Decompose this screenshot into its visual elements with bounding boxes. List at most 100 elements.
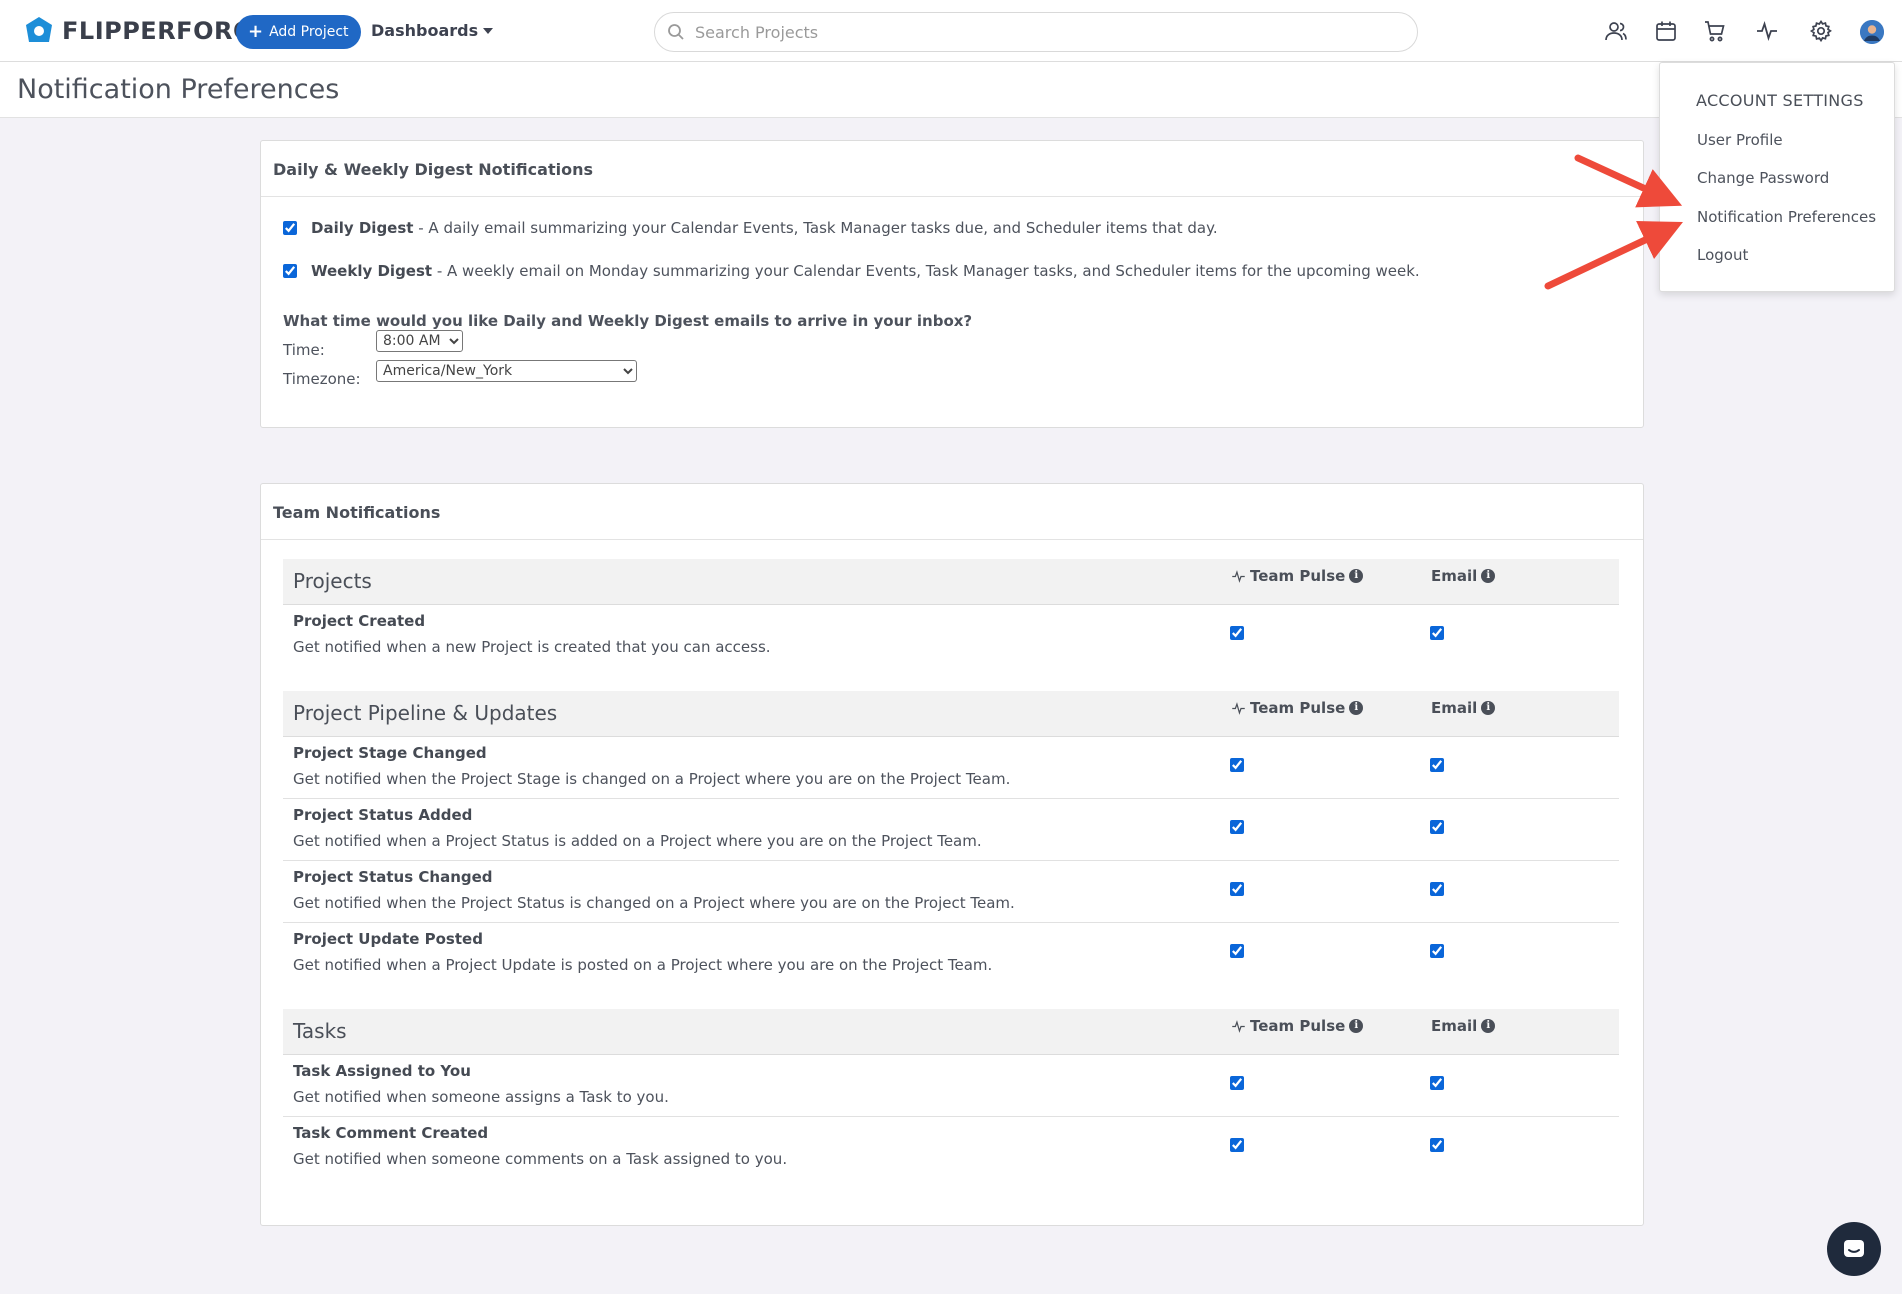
section-title: Projects bbox=[293, 569, 372, 593]
timezone-select[interactable]: America/New_York bbox=[376, 360, 637, 382]
menu-item-change-password[interactable]: Change Password bbox=[1697, 169, 1829, 187]
notification-title: Project Stage Changed bbox=[293, 744, 487, 762]
chat-launcher-button[interactable] bbox=[1827, 1222, 1881, 1276]
menu-item-logout[interactable]: Logout bbox=[1697, 246, 1748, 264]
notification-description: Get notified when a Project Update is po… bbox=[293, 956, 993, 974]
notification-row: Project Stage Changed Get notified when … bbox=[283, 737, 1619, 799]
team-pulse-checkbox[interactable] bbox=[1230, 820, 1244, 834]
weekly-digest-label: Weekly Digest bbox=[311, 262, 433, 280]
notification-title: Task Comment Created bbox=[293, 1124, 489, 1142]
dashboards-label: Dashboards bbox=[371, 21, 479, 40]
team-card-heading: Team Notifications bbox=[261, 484, 1643, 540]
notification-title: Project Status Changed bbox=[293, 868, 493, 886]
cart-icon[interactable] bbox=[1703, 19, 1727, 43]
time-label: Time: bbox=[283, 341, 325, 359]
info-icon[interactable]: i bbox=[1481, 701, 1496, 715]
section-title: Tasks bbox=[293, 1019, 347, 1043]
add-project-button[interactable]: + Add Project bbox=[236, 15, 361, 49]
team-pulse-column-header: Team Pulse i bbox=[1231, 699, 1364, 717]
notification-description: Get notified when the Project Status is … bbox=[293, 894, 1015, 912]
info-icon[interactable]: i bbox=[1349, 1019, 1364, 1033]
pulse-icon bbox=[1232, 701, 1245, 715]
email-checkbox[interactable] bbox=[1430, 1076, 1444, 1090]
notification-description: Get notified when someone assigns a Task… bbox=[293, 1088, 669, 1106]
email-checkbox[interactable] bbox=[1430, 882, 1444, 896]
logo-icon bbox=[26, 17, 52, 42]
email-column-header: Email i bbox=[1431, 1017, 1496, 1035]
info-icon[interactable]: i bbox=[1349, 569, 1364, 583]
notification-row: Project Created Get notified when a new … bbox=[283, 605, 1619, 667]
notification-description: Get notified when the Project Stage is c… bbox=[293, 770, 1011, 788]
daily-digest-description: - A daily email summarizing your Calenda… bbox=[413, 219, 1218, 237]
email-checkbox[interactable] bbox=[1430, 1138, 1444, 1152]
weekly-digest-option[interactable]: Weekly Digest - A weekly email on Monday… bbox=[283, 262, 1420, 280]
email-checkbox[interactable] bbox=[1430, 758, 1444, 772]
add-project-label: Add Project bbox=[269, 24, 349, 40]
notification-row: Project Status Added Get notified when a… bbox=[283, 799, 1619, 861]
section-header-tasks: Tasks Team Pulse i Email i bbox=[283, 1009, 1619, 1055]
menu-item-notification-preferences[interactable]: Notification Preferences bbox=[1697, 208, 1876, 226]
pulse-icon bbox=[1232, 1019, 1245, 1033]
calendar-icon[interactable] bbox=[1654, 19, 1678, 43]
notification-title: Project Update Posted bbox=[293, 930, 483, 948]
team-pulse-checkbox[interactable] bbox=[1230, 944, 1244, 958]
time-select[interactable]: 8:00 AM bbox=[376, 330, 463, 352]
team-pulse-checkbox[interactable] bbox=[1230, 758, 1244, 772]
team-icon[interactable] bbox=[1604, 19, 1628, 43]
daily-digest-checkbox[interactable] bbox=[283, 221, 297, 235]
team-notifications-card: Team Notifications Projects Team Pulse i… bbox=[260, 483, 1644, 1226]
email-checkbox[interactable] bbox=[1430, 944, 1444, 958]
logo[interactable]: FLIPPERFORCE bbox=[24, 15, 268, 47]
team-pulse-checkbox[interactable] bbox=[1230, 1076, 1244, 1090]
daily-digest-label: Daily Digest bbox=[311, 219, 414, 237]
digest-card-heading: Daily & Weekly Digest Notifications bbox=[261, 141, 1643, 197]
settings-icon[interactable] bbox=[1809, 19, 1833, 43]
team-pulse-checkbox[interactable] bbox=[1230, 626, 1244, 640]
page-title: Notification Preferences bbox=[17, 74, 340, 105]
caret-down-icon bbox=[483, 27, 494, 34]
notification-description: Get notified when a Project Status is ad… bbox=[293, 832, 982, 850]
info-icon[interactable]: i bbox=[1349, 701, 1364, 715]
avatar[interactable] bbox=[1860, 20, 1884, 44]
notification-title: Project Created bbox=[293, 612, 426, 630]
weekly-digest-description: - A weekly email on Monday summarizing y… bbox=[432, 262, 1420, 280]
email-column-header: Email i bbox=[1431, 699, 1496, 717]
notification-row: Task Comment Created Get notified when s… bbox=[283, 1117, 1619, 1179]
info-icon[interactable]: i bbox=[1481, 569, 1496, 583]
email-column-header: Email i bbox=[1431, 567, 1496, 585]
digest-card: Daily & Weekly Digest Notifications Dail… bbox=[260, 140, 1644, 428]
dashboards-menu[interactable]: Dashboards bbox=[371, 21, 494, 40]
notification-title: Task Assigned to You bbox=[293, 1062, 471, 1080]
search-bar[interactable] bbox=[654, 12, 1418, 52]
timezone-label: Timezone: bbox=[283, 370, 361, 388]
page-header: Notification Preferences bbox=[0, 62, 1902, 118]
notification-description: Get notified when a new Project is creat… bbox=[293, 638, 771, 656]
team-pulse-checkbox[interactable] bbox=[1230, 882, 1244, 896]
digest-time-question: What time would you like Daily and Weekl… bbox=[283, 312, 973, 330]
notification-description: Get notified when someone comments on a … bbox=[293, 1150, 788, 1168]
notification-title: Project Status Added bbox=[293, 806, 473, 824]
top-navbar: FLIPPERFORCE + Add Project Dashboards bbox=[0, 0, 1902, 62]
daily-digest-option[interactable]: Daily Digest - A daily email summarizing… bbox=[283, 219, 1218, 237]
team-pulse-column-header: Team Pulse i bbox=[1231, 1017, 1364, 1035]
pulse-icon bbox=[1232, 569, 1245, 583]
team-pulse-checkbox[interactable] bbox=[1230, 1138, 1244, 1152]
email-checkbox[interactable] bbox=[1430, 820, 1444, 834]
pulse-icon[interactable] bbox=[1755, 19, 1779, 43]
menu-item-user-profile[interactable]: User Profile bbox=[1697, 131, 1783, 149]
team-pulse-column-header: Team Pulse i bbox=[1231, 567, 1364, 585]
weekly-digest-checkbox[interactable] bbox=[283, 264, 297, 278]
email-checkbox[interactable] bbox=[1430, 626, 1444, 640]
account-settings-menu: ACCOUNT SETTINGS User Profile Change Pas… bbox=[1659, 62, 1895, 292]
search-input[interactable] bbox=[693, 21, 1377, 43]
search-icon bbox=[668, 24, 684, 40]
plus-icon: + bbox=[248, 21, 264, 42]
chat-icon bbox=[1844, 1240, 1864, 1257]
section-title: Project Pipeline & Updates bbox=[293, 701, 558, 725]
info-icon[interactable]: i bbox=[1481, 1019, 1496, 1033]
section-header-projects: Projects Team Pulse i Email i bbox=[283, 559, 1619, 605]
section-header-pipeline: Project Pipeline & Updates Team Pulse i … bbox=[283, 691, 1619, 737]
menu-header: ACCOUNT SETTINGS bbox=[1696, 91, 1864, 110]
notification-row: Project Update Posted Get notified when … bbox=[283, 923, 1619, 985]
notification-row: Project Status Changed Get notified when… bbox=[283, 861, 1619, 923]
